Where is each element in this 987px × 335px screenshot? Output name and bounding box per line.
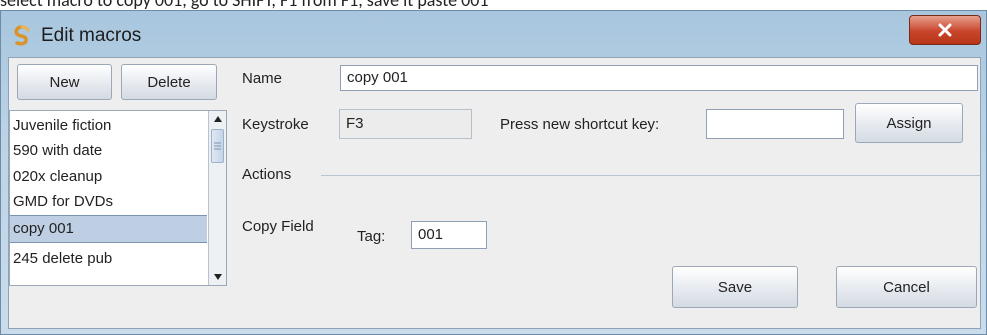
background-document-text: select macro to copy 001, go to SHIFT, F… bbox=[0, 0, 987, 9]
shortcut-input[interactable] bbox=[706, 109, 844, 139]
app-icon bbox=[14, 25, 30, 46]
delete-macro-button[interactable]: Delete bbox=[121, 64, 217, 100]
list-item[interactable]: 020x cleanup bbox=[10, 164, 207, 189]
grip-icon bbox=[214, 142, 221, 150]
new-macro-button[interactable]: New bbox=[17, 64, 112, 100]
list-item[interactable]: 590 with date bbox=[10, 138, 207, 163]
list-item[interactable]: Juvenile fiction bbox=[10, 113, 207, 138]
name-label: Name bbox=[242, 70, 283, 87]
chevron-up-icon bbox=[213, 116, 222, 122]
actions-label: Actions bbox=[242, 166, 292, 183]
keystroke-field: F3 bbox=[339, 109, 472, 139]
close-button[interactable] bbox=[909, 15, 981, 45]
tag-label: Tag: bbox=[357, 228, 386, 245]
macro-list[interactable]: Juvenile fiction 590 with date 020x clea… bbox=[9, 110, 227, 286]
close-icon bbox=[938, 23, 952, 37]
scroll-thumb[interactable] bbox=[211, 129, 224, 163]
actions-divider bbox=[321, 175, 980, 176]
dialog-body: New Delete Juvenile fiction 590 with dat… bbox=[8, 57, 981, 329]
list-item-selected[interactable]: copy 001 bbox=[10, 215, 207, 243]
copy-field-label: Copy Field bbox=[242, 218, 314, 235]
tag-input[interactable]: 001 bbox=[411, 221, 487, 249]
window-title: Edit macros bbox=[41, 25, 142, 46]
shortcut-label: Press new shortcut key: bbox=[500, 116, 660, 133]
title-bar: Edit macros bbox=[1, 11, 986, 63]
edit-macros-dialog: Edit macros New Delete Juvenile fiction … bbox=[0, 10, 987, 335]
save-button[interactable]: Save bbox=[672, 266, 798, 308]
chevron-down-icon bbox=[213, 274, 222, 280]
list-scrollbar[interactable] bbox=[208, 111, 226, 285]
assign-button[interactable]: Assign bbox=[855, 103, 963, 143]
name-input[interactable]: copy 001 bbox=[340, 65, 978, 91]
keystroke-label: Keystroke bbox=[242, 116, 309, 133]
scroll-down-arrow[interactable] bbox=[209, 269, 226, 285]
list-item[interactable]: GMD for DVDs bbox=[10, 189, 207, 214]
cancel-button[interactable]: Cancel bbox=[836, 266, 977, 308]
list-item[interactable]: 245 delete pub bbox=[10, 246, 207, 271]
scroll-up-arrow[interactable] bbox=[209, 111, 226, 127]
